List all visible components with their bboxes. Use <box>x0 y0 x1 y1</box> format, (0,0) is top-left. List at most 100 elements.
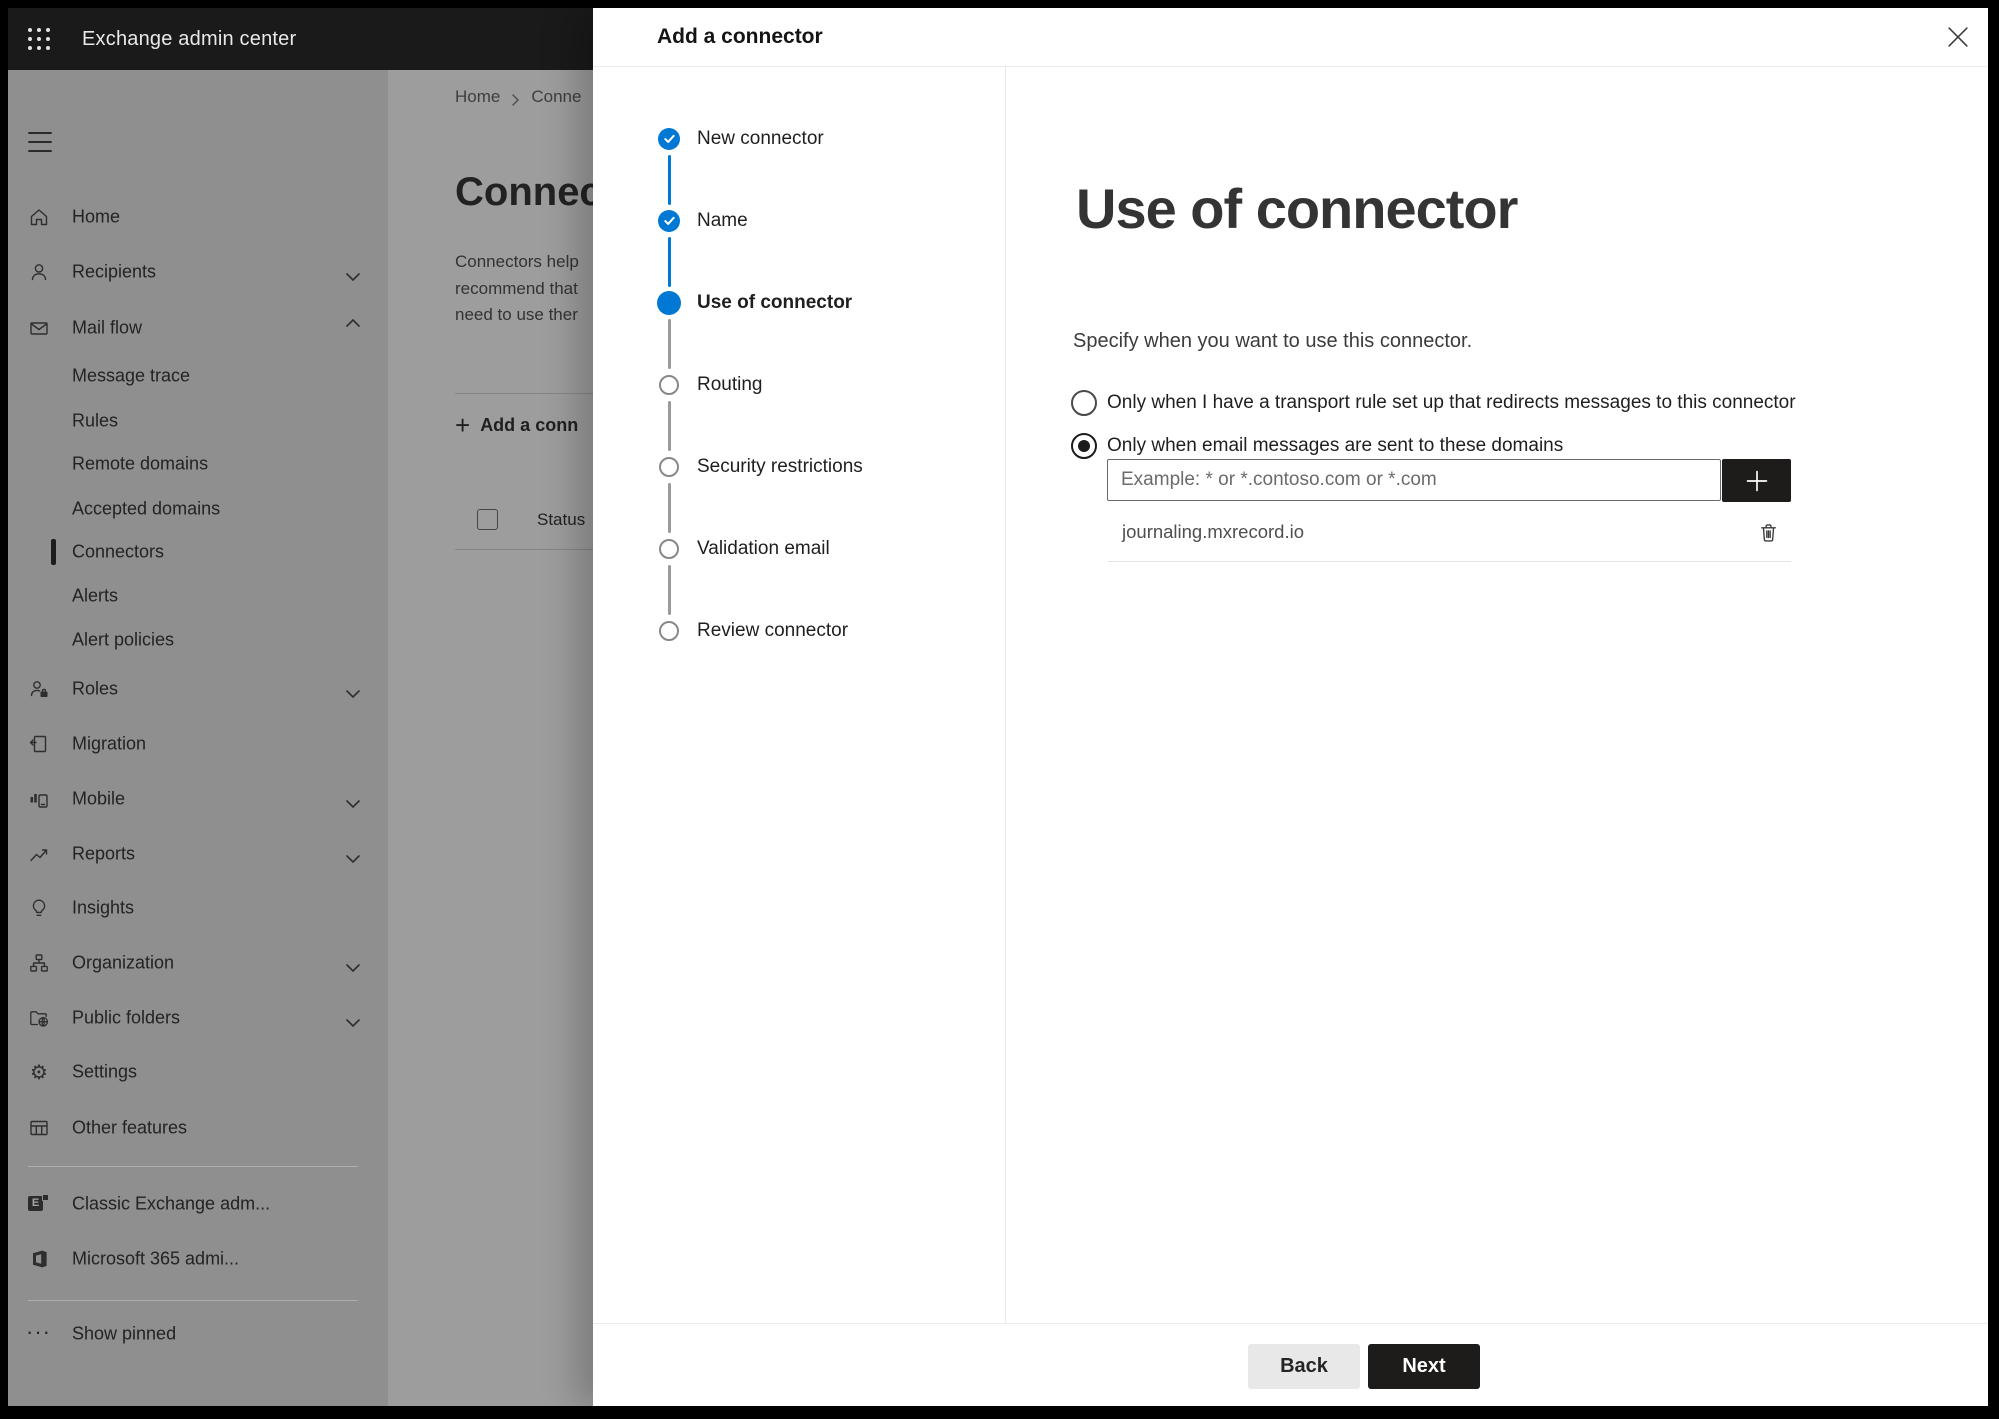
migration-icon <box>28 733 50 755</box>
sidebar-item-label: Classic Exchange adm... <box>72 1193 271 1214</box>
folder-globe-icon <box>28 1007 50 1029</box>
sidebar-item-label: Show pinned <box>72 1323 177 1344</box>
sidebar-item-label: Mail flow <box>72 317 143 338</box>
microsoft-365-icon <box>28 1248 50 1270</box>
sidebar-item-other-features[interactable]: Other features <box>8 1106 388 1150</box>
step-label-routing: Routing <box>697 374 763 395</box>
hamburger-menu-icon[interactable] <box>28 132 52 152</box>
footer-divider <box>593 1323 1988 1324</box>
sidebar-item-label: Accepted domains <box>72 498 221 519</box>
sidebar-item-label: Migration <box>72 733 147 754</box>
page-description-line: Connectors help <box>455 252 579 271</box>
step-connector-line <box>667 401 671 451</box>
step-current-icon <box>657 291 681 315</box>
ellipsis-icon: ··· <box>26 1318 51 1344</box>
app-launcher-icon[interactable] <box>22 23 56 55</box>
org-chart-icon <box>28 952 50 974</box>
select-all-checkbox[interactable] <box>477 509 498 530</box>
sidebar-item-accepted-domains[interactable]: Accepted domains <box>8 487 388 531</box>
chevron-up-icon <box>346 318 360 332</box>
trash-icon[interactable] <box>1753 517 1783 547</box>
sidebar-item-label: Rules <box>72 410 119 431</box>
radio-option-transport-rule[interactable]: Only when I have a transport rule set up… <box>1071 390 1796 416</box>
sidebar-item-label: Settings <box>72 1061 138 1082</box>
step-page-title: Use of connector <box>1076 177 1518 240</box>
add-domain-button[interactable] <box>1722 459 1791 502</box>
sidebar-item-connectors[interactable]: Connectors <box>8 530 388 574</box>
chevron-down-icon <box>346 268 360 282</box>
step-instruction: Specify when you want to use this connec… <box>1073 330 1473 352</box>
sidebar-item-mail-flow[interactable]: Mail flow <box>8 306 388 350</box>
step-label-use-of-connector: Use of connector <box>697 292 853 313</box>
sidebar-divider <box>28 1300 358 1301</box>
sidebar-item-rules[interactable]: Rules <box>8 399 388 443</box>
app-title: Exchange admin center <box>82 27 297 50</box>
sidebar-item-settings[interactable]: ⚙ Settings <box>8 1050 388 1094</box>
mobile-icon <box>28 788 50 810</box>
sidebar-item-roles[interactable]: Roles <box>8 667 388 711</box>
sidebar-nav: Home Recipients Mail flow Message trace … <box>8 70 388 1406</box>
sidebar-item-label: Mobile <box>72 788 126 809</box>
home-icon <box>28 206 50 228</box>
selected-indicator <box>51 539 56 565</box>
add-connector-dialog: Add a connector New connector Name Use o… <box>593 8 1988 1406</box>
step-connector-line <box>667 483 671 533</box>
breadcrumb-home[interactable]: Home <box>455 87 500 107</box>
sidebar-item-migration[interactable]: Migration <box>8 722 388 766</box>
sidebar-item-label: Connectors <box>72 541 165 562</box>
chevron-down-icon <box>346 959 360 973</box>
sidebar-item-classic-exchange-admin[interactable]: E Classic Exchange adm... <box>8 1182 388 1226</box>
step-connector-line <box>667 565 671 615</box>
sidebar-item-microsoft-365-admin[interactable]: Microsoft 365 admi... <box>8 1237 388 1281</box>
sidebar-item-mobile[interactable]: Mobile <box>8 777 388 821</box>
add-connector-button[interactable]: + Add a conn <box>455 407 578 443</box>
sidebar-item-show-pinned[interactable]: ··· Show pinned <box>8 1312 388 1356</box>
sidebar-item-label: Reports <box>72 843 136 864</box>
sidebar-divider <box>28 1166 358 1167</box>
stepper-content-divider <box>1005 67 1006 1323</box>
domain-input[interactable] <box>1107 459 1721 501</box>
person-icon <box>28 261 50 283</box>
radio-option-label: Only when I have a transport rule set up… <box>1107 392 1796 413</box>
sidebar-item-alerts[interactable]: Alerts <box>8 574 388 618</box>
step-connector-line <box>667 319 671 369</box>
sidebar-item-organization[interactable]: Organization <box>8 941 388 985</box>
step-label-name: Name <box>697 210 748 231</box>
table-grid-icon <box>28 1117 50 1139</box>
sidebar-item-label: Microsoft 365 admi... <box>72 1248 240 1269</box>
lightbulb-icon <box>28 897 50 919</box>
sidebar-item-label: Recipients <box>72 261 157 282</box>
step-connector-line <box>667 155 671 205</box>
plus-icon: + <box>455 410 471 440</box>
chevron-right-icon <box>512 91 520 106</box>
sidebar-item-public-folders[interactable]: Public folders <box>8 996 388 1040</box>
step-todo-icon <box>659 375 679 395</box>
sidebar-item-message-trace[interactable]: Message trace <box>8 354 388 398</box>
sidebar-item-remote-domains[interactable]: Remote domains <box>8 442 388 486</box>
chevron-down-icon <box>346 850 360 864</box>
radio-unselected-icon[interactable] <box>1071 390 1097 416</box>
breadcrumb-current: Conne <box>531 87 582 106</box>
sidebar-item-label: Roles <box>72 678 119 699</box>
sidebar-item-label: Public folders <box>72 1007 181 1028</box>
sidebar-item-label: Insights <box>72 897 135 918</box>
radio-selected-icon[interactable] <box>1071 433 1097 459</box>
sidebar-item-recipients[interactable]: Recipients <box>8 250 388 294</box>
sidebar-item-insights[interactable]: Insights <box>8 886 388 930</box>
line-chart-icon <box>28 843 50 865</box>
add-connector-label: Add a conn <box>480 414 579 435</box>
back-button[interactable]: Back <box>1248 1344 1360 1389</box>
chevron-down-icon <box>346 685 360 699</box>
radio-option-sent-to-domains[interactable]: Only when email messages are sent to the… <box>1071 433 1563 459</box>
mail-icon <box>28 317 50 339</box>
step-done-icon <box>658 128 680 150</box>
close-icon[interactable] <box>1936 15 1980 59</box>
screen: Exchange admin center Home Recipients Ma… <box>0 0 1999 1419</box>
sidebar-item-alert-policies[interactable]: Alert policies <box>8 618 388 662</box>
sidebar-item-reports[interactable]: Reports <box>8 832 388 876</box>
gear-icon: ⚙ <box>30 1060 48 1084</box>
sidebar-item-home[interactable]: Home <box>8 195 388 239</box>
next-button[interactable]: Next <box>1368 1344 1480 1389</box>
status-column-header[interactable]: Status <box>537 510 585 530</box>
sidebar-item-label: Organization <box>72 952 175 973</box>
